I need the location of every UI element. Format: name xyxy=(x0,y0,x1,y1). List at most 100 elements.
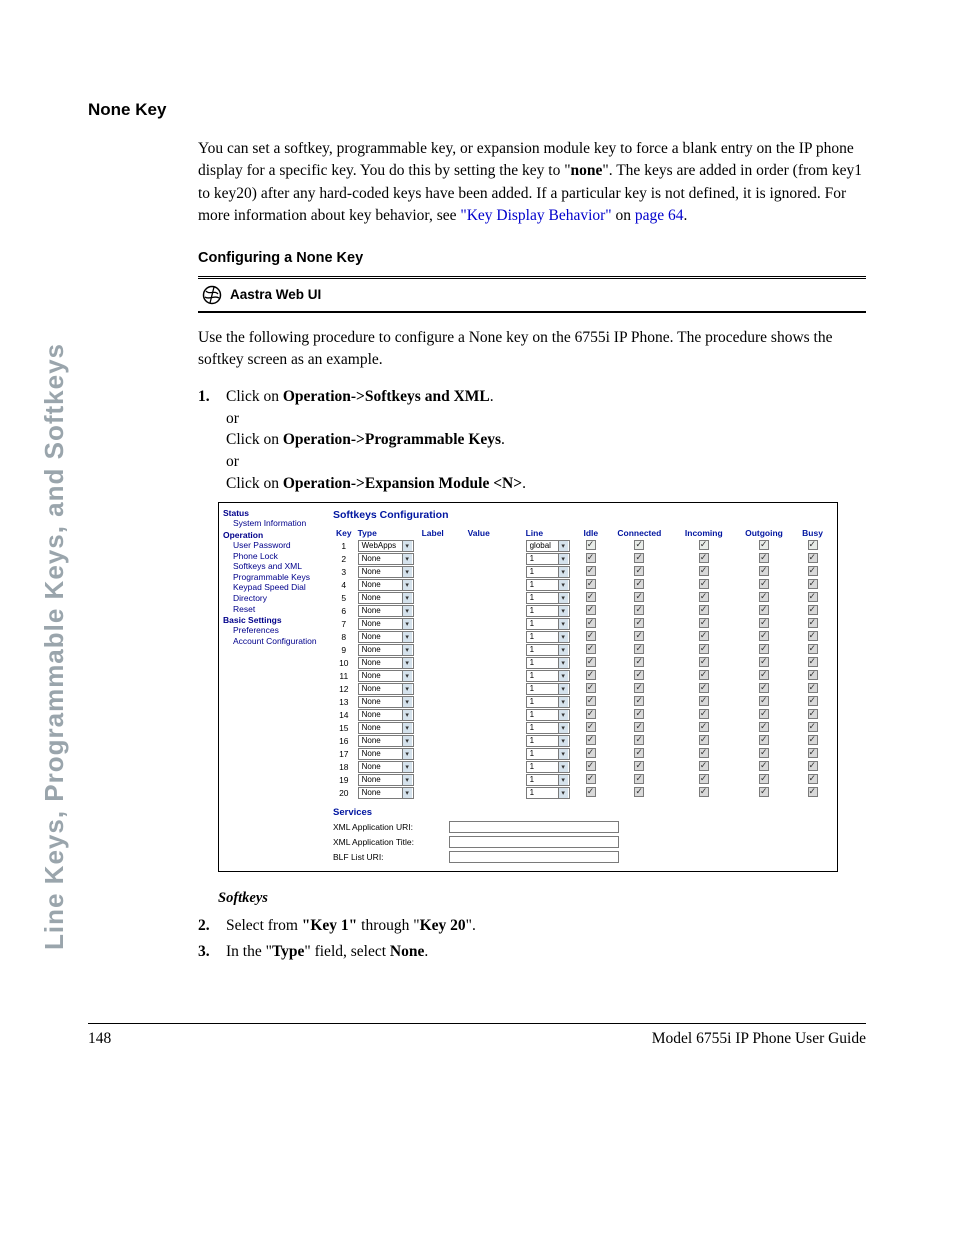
line-select[interactable]: 1▾ xyxy=(526,566,570,578)
type-select[interactable]: None▾ xyxy=(358,579,414,591)
line-select[interactable]: 1▾ xyxy=(526,592,570,604)
line-select[interactable]: 1▾ xyxy=(526,748,570,760)
type-select[interactable]: WebApps▾ xyxy=(358,540,414,552)
page-footer: 148 Model 6755i IP Phone User Guide xyxy=(88,1023,866,1048)
type-select[interactable]: None▾ xyxy=(358,618,414,630)
key-cell: 6 xyxy=(333,604,355,617)
type-select[interactable]: None▾ xyxy=(358,761,414,773)
table-row: 13None▾1▾ xyxy=(333,695,831,708)
nav-item[interactable]: Directory xyxy=(233,593,323,604)
key-cell: 16 xyxy=(333,734,355,747)
type-select[interactable]: None▾ xyxy=(358,605,414,617)
line-select[interactable]: global▾ xyxy=(526,540,570,552)
line-select[interactable]: 1▾ xyxy=(526,644,570,656)
line-select[interactable]: 1▾ xyxy=(526,670,570,682)
table-row: 11None▾1▾ xyxy=(333,669,831,682)
state-checkbox[interactable] xyxy=(759,540,769,550)
line-select[interactable]: 1▾ xyxy=(526,735,570,747)
type-select[interactable]: None▾ xyxy=(358,735,414,747)
config-title: Softkeys Configuration xyxy=(333,509,831,521)
line-select[interactable]: 1▾ xyxy=(526,657,570,669)
type-select[interactable]: None▾ xyxy=(358,722,414,734)
nav-item[interactable]: User Password xyxy=(233,540,323,551)
type-select[interactable]: None▾ xyxy=(358,566,414,578)
state-checkbox[interactable] xyxy=(586,540,596,550)
type-select[interactable]: None▾ xyxy=(358,748,414,760)
key-cell: 19 xyxy=(333,773,355,786)
state-checkbox xyxy=(634,787,644,797)
config-panel: Softkeys Configuration KeyTypeLabelValue… xyxy=(327,503,837,871)
nav-operation[interactable]: Operation xyxy=(223,530,323,540)
col-header: Type xyxy=(355,527,419,539)
line-select[interactable]: 1▾ xyxy=(526,618,570,630)
col-header: Connected xyxy=(605,527,674,539)
state-checkbox xyxy=(759,670,769,680)
state-checkbox[interactable] xyxy=(699,540,709,550)
type-select[interactable]: None▾ xyxy=(358,787,414,799)
type-select[interactable]: None▾ xyxy=(358,709,414,721)
state-checkbox xyxy=(808,566,818,576)
nav-item[interactable]: Reset xyxy=(233,604,323,615)
state-checkbox xyxy=(759,579,769,589)
line-select[interactable]: 1▾ xyxy=(526,774,570,786)
state-checkbox[interactable] xyxy=(634,540,644,550)
state-checkbox xyxy=(586,722,596,732)
nav-item[interactable]: Keypad Speed Dial xyxy=(233,582,323,593)
state-checkbox xyxy=(699,787,709,797)
state-checkbox xyxy=(586,683,596,693)
line-select[interactable]: 1▾ xyxy=(526,579,570,591)
line-select[interactable]: 1▾ xyxy=(526,683,570,695)
type-select[interactable]: None▾ xyxy=(358,683,414,695)
step-3: 3. In the "Type" field, select None. xyxy=(198,941,866,963)
nav-panel: Status System Information Operation User… xyxy=(219,503,327,871)
type-select[interactable]: None▾ xyxy=(358,774,414,786)
key-cell: 12 xyxy=(333,682,355,695)
type-select[interactable]: None▾ xyxy=(358,670,414,682)
table-row: 9None▾1▾ xyxy=(333,643,831,656)
nav-sysinfo[interactable]: System Information xyxy=(233,518,323,529)
nav-status[interactable]: Status xyxy=(223,508,323,518)
line-select[interactable]: 1▾ xyxy=(526,605,570,617)
nav-item[interactable]: Phone Lock xyxy=(233,551,323,562)
state-checkbox xyxy=(699,735,709,745)
line-select[interactable]: 1▾ xyxy=(526,631,570,643)
state-checkbox xyxy=(634,735,644,745)
type-select[interactable]: None▾ xyxy=(358,657,414,669)
type-select[interactable]: None▾ xyxy=(358,553,414,565)
type-select[interactable]: None▾ xyxy=(358,592,414,604)
service-row: BLF List URI: xyxy=(333,851,831,863)
state-checkbox xyxy=(808,735,818,745)
nav-item[interactable]: Account Configuration xyxy=(233,636,323,647)
line-select[interactable]: 1▾ xyxy=(526,787,570,799)
state-checkbox xyxy=(699,605,709,615)
state-checkbox xyxy=(586,774,596,784)
link-page-64[interactable]: page 64 xyxy=(635,207,684,224)
globe-icon xyxy=(202,285,222,305)
nav-basic[interactable]: Basic Settings xyxy=(223,615,323,625)
service-input[interactable] xyxy=(449,821,619,833)
state-checkbox xyxy=(634,592,644,602)
state-checkbox xyxy=(634,709,644,719)
state-checkbox[interactable] xyxy=(808,540,818,550)
nav-item[interactable]: Softkeys and XML xyxy=(233,561,323,572)
state-checkbox xyxy=(759,553,769,563)
state-checkbox xyxy=(759,709,769,719)
type-select[interactable]: None▾ xyxy=(358,644,414,656)
line-select[interactable]: 1▾ xyxy=(526,709,570,721)
table-row: 19None▾ 1▾ xyxy=(333,773,831,786)
state-checkbox xyxy=(759,631,769,641)
state-checkbox xyxy=(808,670,818,680)
line-select[interactable]: 1▾ xyxy=(526,553,570,565)
link-key-display[interactable]: "Key Display Behavior" xyxy=(460,207,611,224)
type-select[interactable]: None▾ xyxy=(358,696,414,708)
line-select[interactable]: 1▾ xyxy=(526,696,570,708)
service-label: XML Application URI: xyxy=(333,822,443,832)
line-select[interactable]: 1▾ xyxy=(526,722,570,734)
line-select[interactable]: 1▾ xyxy=(526,761,570,773)
nav-item[interactable]: Preferences xyxy=(233,625,323,636)
type-select[interactable]: None▾ xyxy=(358,631,414,643)
service-input[interactable] xyxy=(449,836,619,848)
service-row: XML Application URI: xyxy=(333,821,831,833)
service-input[interactable] xyxy=(449,851,619,863)
nav-item[interactable]: Programmable Keys xyxy=(233,572,323,583)
